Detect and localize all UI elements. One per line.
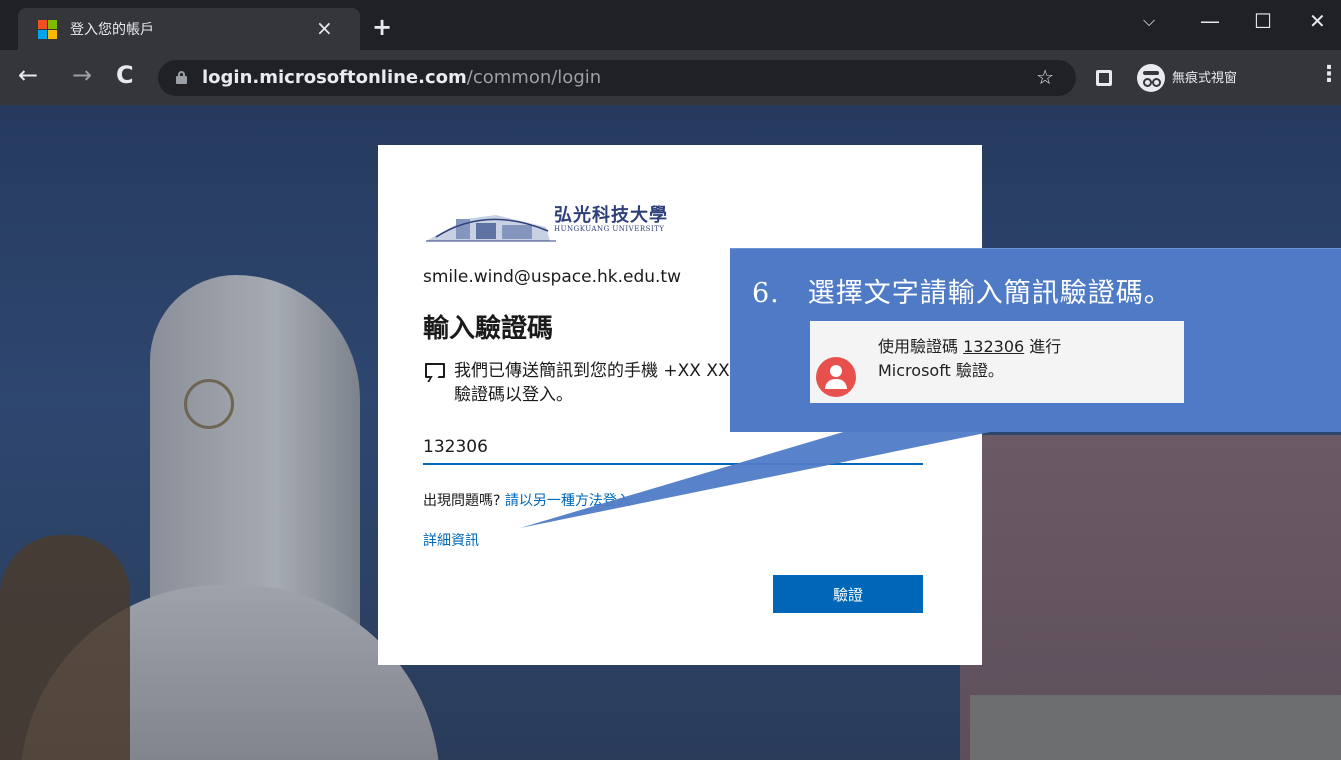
trees-left [0, 535, 130, 760]
lock-icon[interactable] [176, 71, 187, 84]
url-host: login.microsoftonline.com [202, 67, 467, 88]
maximize-button[interactable]: ☐ [1254, 10, 1272, 32]
tab-close-icon[interactable]: × [316, 16, 333, 40]
tower-emblem [184, 379, 234, 429]
trouble-row: 出現問題嗎? 請以另一種方法登入 [423, 490, 631, 510]
side-panel-icon[interactable] [1096, 70, 1112, 86]
sms-code: 132306 [963, 337, 1025, 356]
minimize-button[interactable]: — [1200, 10, 1220, 32]
browser-toolbar: ← → C login.microsoftonline.com/common/l… [0, 50, 1341, 105]
new-tab-button[interactable]: + [372, 15, 392, 39]
incognito-icon[interactable] [1137, 64, 1165, 92]
sms-notification: 使用驗證碼 132306 進行 Microsoft 驗證。 [810, 321, 1184, 403]
browser-tab[interactable]: 登入您的帳戶 × [18, 8, 360, 50]
url-text[interactable]: login.microsoftonline.com/common/login [202, 67, 601, 88]
address-bar[interactable]: login.microsoftonline.com/common/login ☆ [158, 60, 1076, 96]
reload-icon[interactable]: C [116, 62, 134, 88]
university-sign [970, 695, 1341, 760]
logo-text: 弘光科技大學 [554, 205, 668, 226]
bookmark-star-icon[interactable]: ☆ [1036, 65, 1054, 89]
account-identity: smile.wind@uspace.hk.edu.tw [423, 267, 681, 287]
contact-avatar-icon [816, 357, 856, 397]
campus-logo-icon [426, 215, 556, 242]
instruction-text: 6. 選擇文字請輸入簡訊驗證碼。 [752, 278, 1172, 309]
back-arrow-icon[interactable]: ← [18, 62, 38, 88]
other-method-link[interactable]: 請以另一種方法登入 [505, 493, 631, 509]
message-icon [425, 363, 445, 378]
browser-menu-icon[interactable]: ⋮ [1318, 62, 1340, 88]
university-logo: 弘光科技大學 HUNGKUANG UNIVERSITY [426, 197, 678, 245]
verify-button[interactable]: 驗證 [773, 575, 923, 613]
tab-search-chevron-icon[interactable]: ⌵ [1143, 10, 1155, 32]
more-info-link[interactable]: 詳細資訊 [423, 530, 479, 550]
tab-strip: 登入您的帳戶 × + ⌵ — ☐ ✕ [0, 0, 1341, 50]
forward-arrow-icon[interactable]: → [72, 62, 92, 88]
close-window-button[interactable]: ✕ [1309, 10, 1326, 32]
sms-line-2: Microsoft 驗證。 [878, 361, 1004, 380]
tab-title: 登入您的帳戶 [70, 22, 154, 38]
sms-line-1: 使用驗證碼 132306 進行 [878, 333, 1061, 357]
sms-suffix: 進行 [1024, 337, 1062, 356]
incognito-label[interactable]: 無痕式視窗 [1172, 67, 1237, 86]
microsoft-logo-icon [38, 20, 57, 39]
verification-code-input[interactable] [423, 431, 923, 465]
trouble-text: 出現問題嗎? [423, 493, 505, 509]
page-title: 輸入驗證碼 [423, 314, 554, 344]
url-path: /common/login [466, 67, 602, 88]
sms-prefix: 使用驗證碼 [878, 337, 964, 356]
instruction-callout: 6. 選擇文字請輸入簡訊驗證碼。 使用驗證碼 132306 進行 Microso… [730, 248, 1341, 432]
logo-subtext: HUNGKUANG UNIVERSITY [554, 225, 665, 233]
